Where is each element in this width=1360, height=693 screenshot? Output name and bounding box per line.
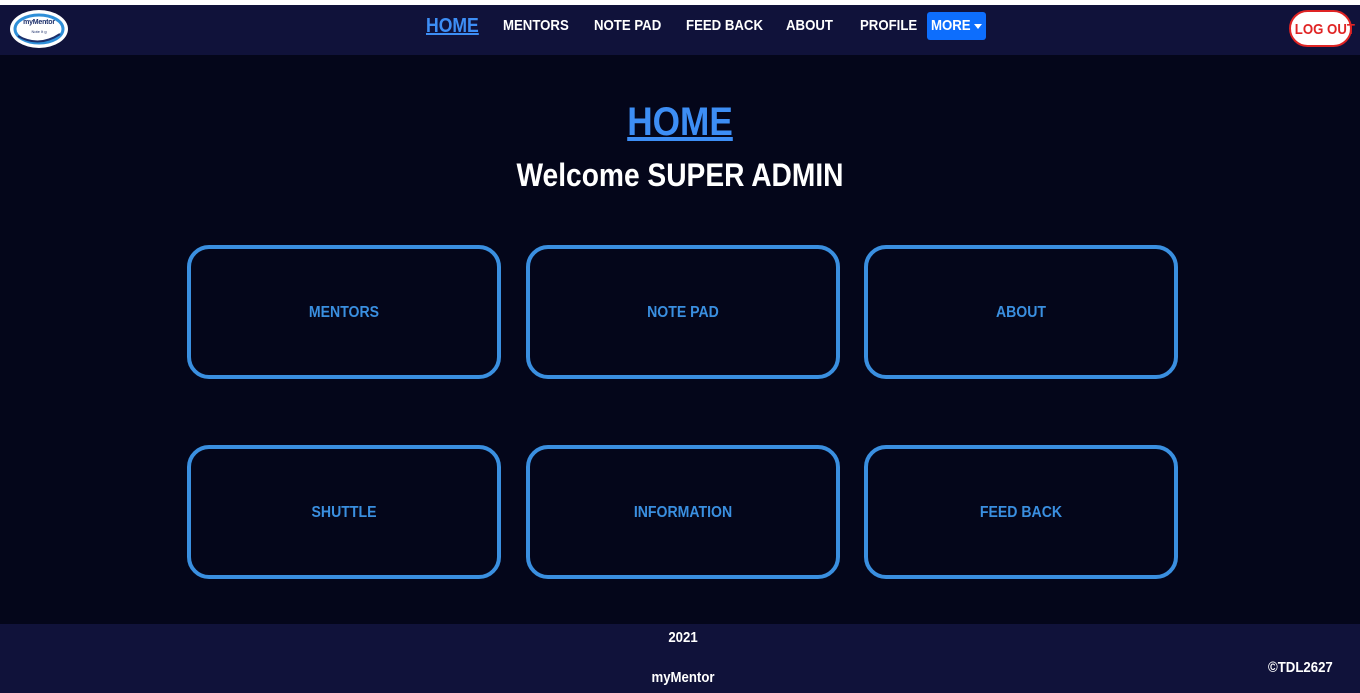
logo-text: myMentor (23, 19, 55, 26)
nav-link-note-pad[interactable]: NOTE PAD (594, 17, 661, 34)
card-information[interactable]: INFORMATION (526, 445, 840, 579)
app-logo[interactable]: myMentor Note It g (10, 10, 68, 48)
card-label: ABOUT (995, 304, 1047, 321)
card-label: FEED BACK (979, 504, 1063, 521)
card-label: SHUTTLE (311, 504, 377, 521)
more-dropdown-button[interactable]: MORE (927, 12, 986, 40)
caret-down-icon (974, 24, 982, 29)
card-mentors[interactable]: MENTORS (187, 245, 501, 379)
footer-app-name: myMentor (651, 669, 715, 686)
navbar: myMentor Note It g HOME MENTORS NOTE PAD… (0, 5, 1360, 55)
welcome-message: Welcome SUPER ADMIN (516, 157, 844, 193)
card-about[interactable]: ABOUT (864, 245, 1178, 379)
nav-link-home[interactable]: HOME (426, 15, 479, 38)
nav-link-about[interactable]: ABOUT (786, 17, 833, 34)
page-title: HOME (627, 100, 733, 144)
card-label: MENTORS (308, 304, 380, 321)
card-shuttle[interactable]: SHUTTLE (187, 445, 501, 579)
footer: 2021 myMentor ©TDL2627 (0, 624, 1360, 693)
nav-link-profile[interactable]: PROFILE (860, 17, 917, 34)
card-feed-back[interactable]: FEED BACK (864, 445, 1178, 579)
page: myMentor Note It g HOME MENTORS NOTE PAD… (0, 0, 1360, 693)
logout-label: LOG OUT (1294, 21, 1355, 38)
card-label: NOTE PAD (647, 304, 719, 321)
logo-subtext: Note It g (31, 29, 47, 34)
more-label: MORE (931, 17, 971, 34)
nav-link-mentors[interactable]: MENTORS (503, 17, 569, 34)
logout-button[interactable]: LOG OUT (1289, 10, 1355, 47)
card-note-pad[interactable]: NOTE PAD (526, 245, 840, 379)
footer-copyright: ©TDL2627 (1268, 659, 1333, 676)
card-label: INFORMATION (633, 504, 733, 521)
nav-link-feed-back[interactable]: FEED BACK (686, 17, 763, 34)
footer-year: 2021 (668, 629, 698, 646)
